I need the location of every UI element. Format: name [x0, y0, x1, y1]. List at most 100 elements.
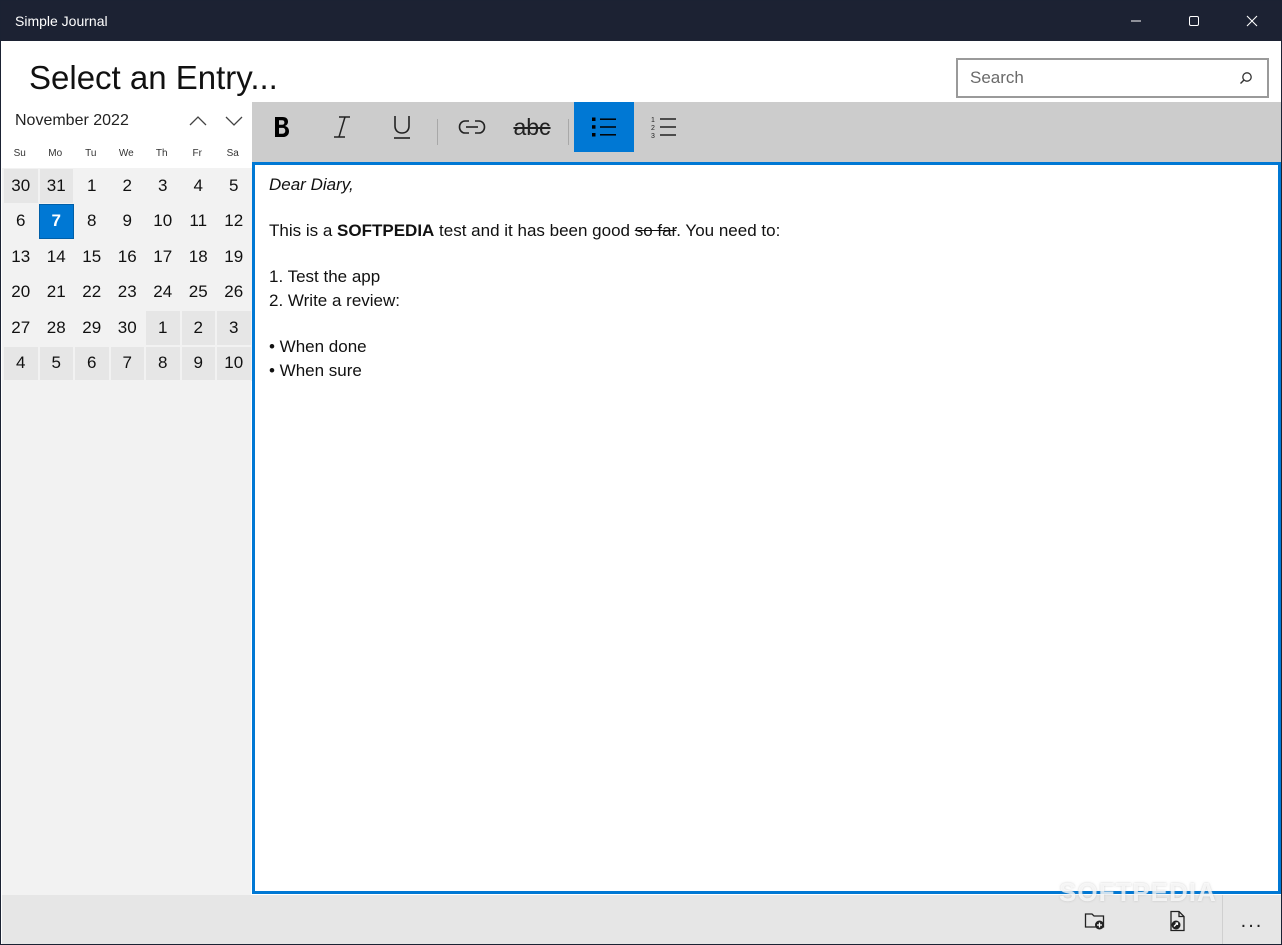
editor-bullet-item: • When done [269, 337, 367, 356]
calendar-day[interactable]: 7 [109, 345, 145, 381]
calendar-day[interactable]: 8 [74, 203, 110, 239]
calendar-day[interactable]: 10 [216, 345, 252, 381]
calendar-day[interactable]: 18 [180, 239, 216, 275]
calendar-day[interactable]: 6 [3, 203, 39, 239]
weekday-label: We [118, 148, 134, 159]
underline-button[interactable] [372, 102, 432, 152]
chevron-up-icon [189, 116, 207, 126]
calendar-view: November 2022 Su Mo Tu We Th Fr Sa 30 31 1 2 3 4 5 6 7… [2, 102, 252, 895]
calendar-next-button[interactable] [220, 108, 248, 134]
editor-numbered-item: 1. Test the app [269, 267, 381, 286]
calendar-day[interactable]: 25 [180, 274, 216, 310]
calendar-weekday-row: Su Mo Tu We Th Fr Sa [2, 140, 251, 168]
format-toolbar: abc 1 2 3 [252, 102, 1281, 162]
weekday-label: Tu [85, 148, 97, 159]
numbered-list-icon: 1 2 3 [651, 117, 676, 139]
svg-text:1: 1 [651, 117, 655, 124]
weekday-label: Mo [48, 148, 63, 159]
editor-line-greeting: Dear Diary, [269, 175, 354, 194]
window-title: Simple Journal [15, 13, 108, 29]
editor-numbered-item: 2. Write a review: [269, 291, 401, 310]
calendar-month-label[interactable]: November 2022 [15, 112, 129, 130]
page-title: Select an Entry... [29, 59, 278, 96]
calendar-previous-button[interactable] [184, 108, 212, 134]
bold-icon [275, 117, 289, 137]
editor-line-intro: This is a SOFTPEDIA test and it has been… [269, 221, 781, 240]
calendar-day[interactable]: 21 [38, 274, 74, 310]
close-button[interactable] [1223, 1, 1281, 41]
calendar-day[interactable]: 20 [3, 274, 39, 310]
calendar-day-grid: 30 31 1 2 3 4 5 6 7 8 9 10 11 12 13 14 15 16 17 18 19 20 21 22 2… [3, 168, 252, 381]
italic-icon [334, 116, 350, 138]
numbered-list-button[interactable]: 1 2 3 [634, 102, 694, 152]
calendar-day-selected[interactable]: 7 [38, 203, 74, 239]
maximize-button[interactable] [1165, 1, 1223, 41]
calendar-day[interactable]: 6 [74, 345, 110, 381]
calendar-day[interactable]: 1 [145, 310, 181, 346]
calendar-day[interactable]: 31 [38, 168, 74, 204]
bold-button[interactable] [252, 102, 312, 152]
toolbar-separator [437, 119, 438, 145]
minimize-icon [1131, 20, 1141, 22]
calendar-day[interactable]: 2 [109, 168, 145, 204]
calendar-day[interactable]: 30 [3, 168, 39, 204]
search-icon[interactable] [1239, 71, 1253, 85]
weekday-label: Fr [192, 148, 202, 159]
chevron-down-icon [225, 116, 243, 126]
weekday-label: Sa [226, 148, 239, 159]
calendar-day[interactable]: 27 [3, 310, 39, 346]
calendar-day[interactable]: 19 [216, 239, 252, 275]
calendar-day[interactable]: 8 [145, 345, 181, 381]
close-icon [1246, 15, 1258, 27]
calendar-day[interactable]: 10 [145, 203, 181, 239]
calendar-day[interactable]: 9 [180, 345, 216, 381]
calendar-day[interactable]: 11 [180, 203, 216, 239]
calendar-day[interactable]: 16 [109, 239, 145, 275]
search-input[interactable] [970, 67, 1230, 89]
calendar-day[interactable]: 23 [109, 274, 145, 310]
journal-editor[interactable]: Dear Diary, This is a SOFTPEDIA test and… [252, 162, 1281, 894]
strikethrough-button[interactable]: abc [502, 102, 562, 152]
calendar-day[interactable]: 30 [109, 310, 145, 346]
calendar-day[interactable]: 17 [145, 239, 181, 275]
title-bar[interactable]: Simple Journal [1, 1, 1281, 41]
calendar-day[interactable]: 3 [145, 168, 181, 204]
calendar-day[interactable]: 13 [3, 239, 39, 275]
calendar-day[interactable]: 26 [216, 274, 252, 310]
calendar-day[interactable]: 29 [74, 310, 110, 346]
italic-button[interactable] [312, 102, 372, 152]
svg-text:3: 3 [651, 133, 655, 139]
minimize-button[interactable] [1107, 1, 1165, 41]
bulleted-list-icon [592, 117, 616, 137]
toolbar-separator [568, 119, 569, 145]
calendar-day[interactable]: 2 [180, 310, 216, 346]
softpedia-watermark: SOFTPEDIA [1059, 877, 1217, 907]
calendar-header: November 2022 [2, 102, 251, 140]
file-open-icon [1170, 910, 1185, 932]
calendar-day[interactable]: 14 [38, 239, 74, 275]
calendar-day[interactable]: 1 [74, 168, 110, 204]
weekday-label: Su [13, 148, 26, 159]
folder-add-icon [1084, 913, 1105, 930]
search-box[interactable] [956, 58, 1269, 98]
calendar-day[interactable]: 15 [74, 239, 110, 275]
calendar-day[interactable]: 12 [216, 203, 252, 239]
calendar-day[interactable]: 4 [180, 168, 216, 204]
calendar-day[interactable]: 5 [216, 168, 252, 204]
calendar-day[interactable]: 28 [38, 310, 74, 346]
weekday-label: Th [155, 148, 168, 159]
bulleted-list-button[interactable] [574, 102, 634, 152]
calendar-day[interactable]: 3 [216, 310, 252, 346]
calendar-day[interactable]: 4 [3, 345, 39, 381]
calendar-day[interactable]: 24 [145, 274, 181, 310]
calendar-day[interactable]: 9 [109, 203, 145, 239]
calendar-day[interactable]: 5 [38, 345, 74, 381]
link-button[interactable] [442, 102, 502, 152]
link-icon [458, 120, 486, 134]
calendar-day[interactable]: 22 [74, 274, 110, 310]
strikethrough-icon: abc [513, 113, 551, 140]
maximize-icon [1189, 16, 1199, 26]
more-options-button[interactable]: ... [1224, 899, 1280, 943]
command-bar-divider [1222, 895, 1223, 944]
app-window: Simple Journal Select an Entry... Novemb… [0, 0, 1282, 945]
